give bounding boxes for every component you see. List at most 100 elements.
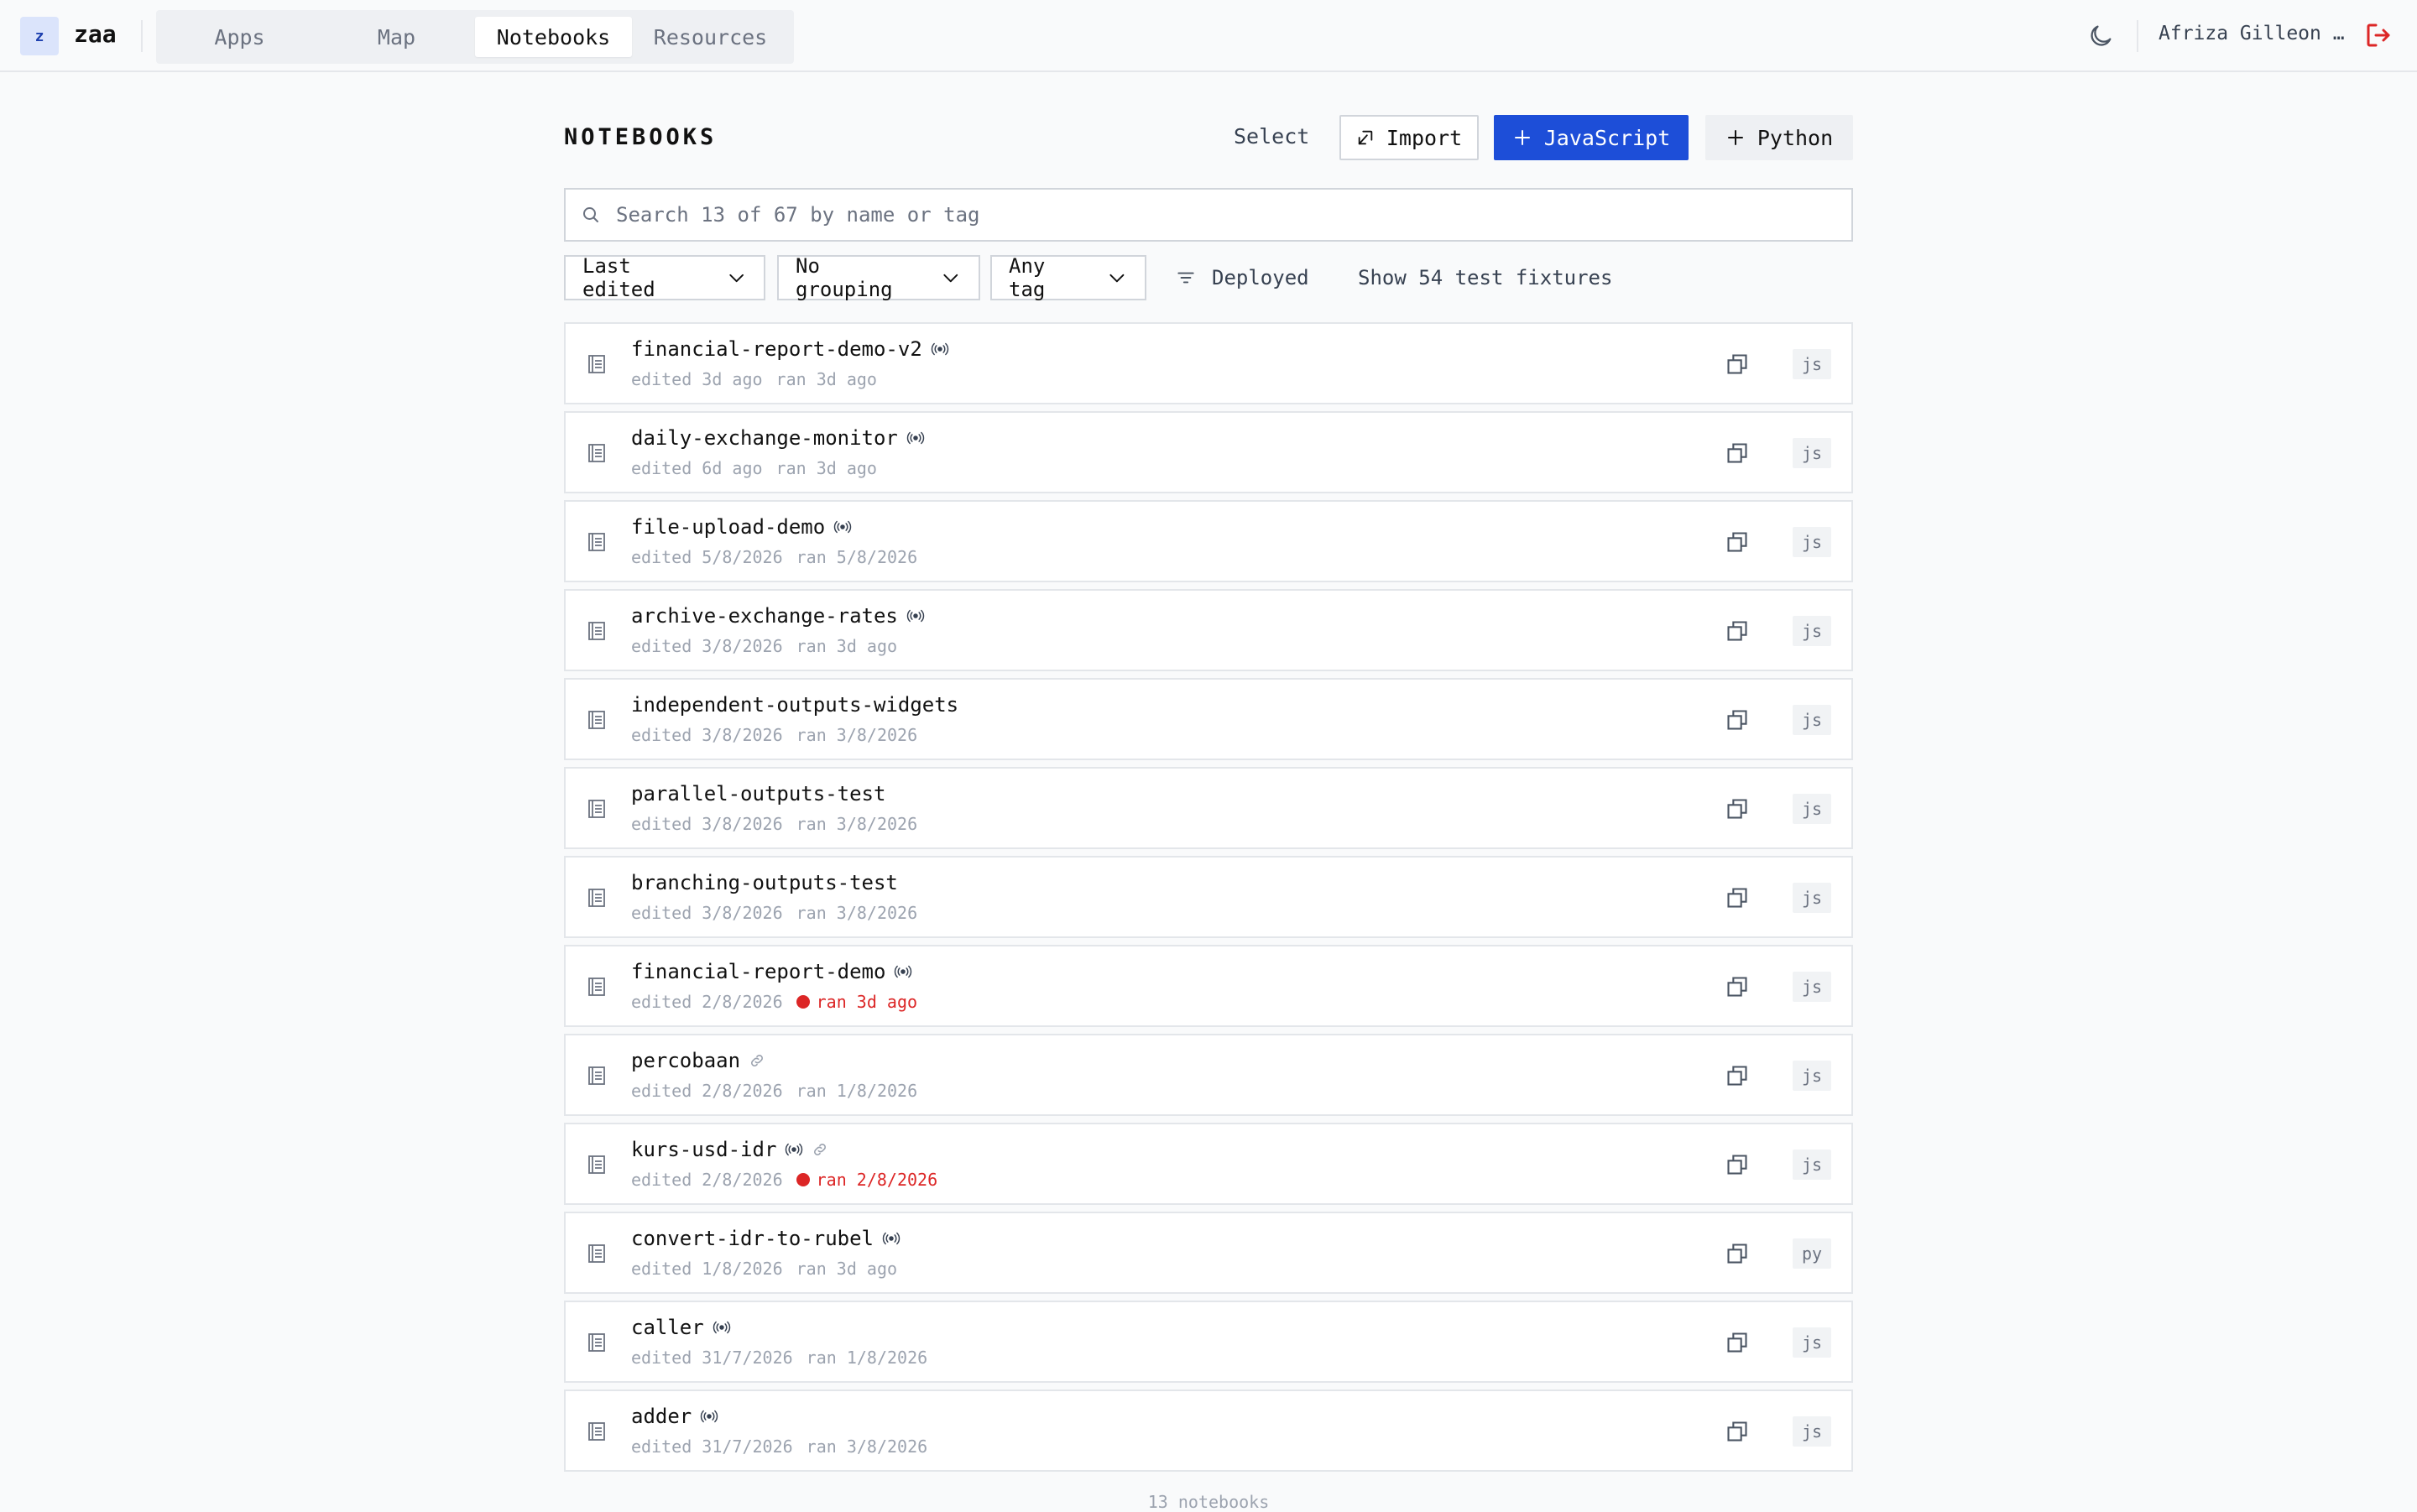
notebook-name[interactable]: adder [631, 1405, 692, 1428]
divider [2137, 20, 2138, 52]
chevron-down-icon [729, 274, 744, 283]
deployed-broadcast-icon [882, 1232, 901, 1245]
new-python-button[interactable]: Python [1705, 115, 1853, 160]
notebook-meta: edited 2/8/2026 ran 1/8/2026 [631, 1081, 917, 1101]
duplicate-icon[interactable] [1725, 708, 1749, 732]
duplicate-icon[interactable] [1725, 1153, 1749, 1176]
notebook-name[interactable]: kurs-usd-idr [631, 1138, 776, 1161]
edited-time: edited 31/7/2026 [631, 1436, 793, 1457]
notebook-icon [588, 711, 605, 729]
deployed-broadcast-icon [701, 1410, 718, 1423]
deployed-filter[interactable]: Deployed [1175, 255, 1309, 300]
notebook-name-line: financial-report-demo [631, 960, 912, 983]
duplicate-icon[interactable] [1725, 1242, 1749, 1265]
search-input[interactable] [614, 202, 1793, 227]
language-badge: js [1793, 972, 1831, 1002]
page-title: NOTEBOOKS [564, 124, 718, 150]
duplicate-icon[interactable] [1725, 1064, 1749, 1087]
notebook-name[interactable]: branching-outputs-test [631, 871, 898, 894]
notebook-meta: edited 3/8/2026 ran 3/8/2026 [631, 903, 917, 923]
language-badge: js [1793, 438, 1831, 468]
notebook-row[interactable]: independent-outputs-widgets edited 3/8/20… [564, 678, 1853, 760]
ran-time: ran 3d ago [775, 458, 877, 478]
notebook-row[interactable]: daily-exchange-monitor edited 6d ago ran 3… [564, 411, 1853, 493]
notebook-row[interactable]: financial-report-demo-v2 edited 3d ago ran… [564, 322, 1853, 404]
language-badge: js [1793, 883, 1831, 913]
notebook-row[interactable]: file-upload-demo edited 5/8/2026 ran 5/8/2… [564, 500, 1853, 582]
duplicate-icon[interactable] [1725, 1331, 1749, 1354]
language-badge: js [1793, 1327, 1831, 1358]
notebook-row[interactable]: archive-exchange-rates edited 3/8/2026 ran… [564, 589, 1853, 671]
dark-mode-toggle-icon[interactable] [2086, 22, 2115, 50]
import-label: Import [1386, 125, 1463, 150]
tab-resources[interactable]: Resources [632, 17, 789, 57]
import-icon [1358, 130, 1373, 145]
new-javascript-button[interactable]: JavaScript [1494, 115, 1689, 160]
logout-icon[interactable] [2363, 20, 2394, 50]
notebook-meta: edited 6d ago ran 3d ago [631, 458, 877, 478]
grouping-dropdown[interactable]: No grouping [777, 254, 980, 301]
show-test-fixtures-toggle[interactable]: Show 54 test fixtures [1358, 255, 1612, 300]
app-logo[interactable]: z [20, 17, 59, 55]
notebook-row[interactable]: convert-idr-to-rubel edited 1/8/2026 ran 3… [564, 1212, 1853, 1294]
tag-dropdown[interactable]: Any tag [990, 254, 1146, 301]
duplicate-icon[interactable] [1725, 441, 1749, 465]
edited-time: edited 2/8/2026 [631, 1081, 783, 1101]
notebook-name[interactable]: caller [631, 1316, 704, 1339]
notebook-name[interactable]: independent-outputs-widgets [631, 693, 958, 717]
notebook-meta: edited 2/8/2026 ran 2/8/2026 [631, 1170, 937, 1190]
notebook-name[interactable]: financial-report-demo-v2 [631, 337, 922, 361]
duplicate-icon[interactable] [1725, 886, 1749, 910]
notebook-row[interactable]: kurs-usd-idr edited 2/8/2026 ran 2/8/2026 j… [564, 1123, 1853, 1205]
ran-time: ran 3/8/2026 [796, 903, 918, 923]
notebook-row[interactable]: financial-report-demo edited 2/8/2026 ran … [564, 945, 1853, 1027]
duplicate-icon[interactable] [1725, 975, 1749, 998]
tab-map[interactable]: Map [318, 17, 475, 57]
notebook-list: financial-report-demo-v2 edited 3d ago ran… [564, 322, 1853, 1478]
notebook-meta: edited 3/8/2026 ran 3/8/2026 [631, 725, 917, 745]
grouping-value: No grouping [796, 254, 893, 301]
language-badge: js [1793, 705, 1831, 735]
notebook-row[interactable]: branching-outputs-test edited 3/8/2026 ran… [564, 856, 1853, 938]
notebook-name[interactable]: convert-idr-to-rubel [631, 1227, 874, 1250]
ran-time: ran 5/8/2026 [796, 547, 918, 567]
tab-notebooks[interactable]: Notebooks [475, 17, 632, 57]
plus-icon [1727, 130, 1743, 145]
language-badge: js [1793, 1150, 1831, 1180]
javascript-label: JavaScript [1543, 125, 1671, 150]
notebook-name[interactable]: parallel-outputs-test [631, 782, 885, 806]
notebook-row[interactable]: parallel-outputs-test edited 3/8/2026 ran … [564, 767, 1853, 849]
duplicate-icon[interactable] [1725, 530, 1749, 554]
notebook-name-line: file-upload-demo [631, 515, 852, 539]
notebook-name[interactable]: daily-exchange-monitor [631, 426, 898, 450]
user-name[interactable]: Afriza Gilleon … [2159, 23, 2345, 44]
duplicate-icon[interactable] [1725, 797, 1749, 821]
app-name[interactable]: zaa [74, 20, 117, 48]
notebook-row[interactable]: caller edited 31/7/2026 ran 1/8/2026 js [564, 1301, 1853, 1383]
notebook-name-line: caller [631, 1316, 731, 1339]
sort-dropdown[interactable]: Last edited [564, 254, 765, 301]
import-button[interactable]: Import [1339, 115, 1479, 160]
python-label: Python [1757, 125, 1834, 150]
notebook-name[interactable]: file-upload-demo [631, 515, 825, 539]
edited-time: edited 3/8/2026 [631, 814, 783, 834]
notebook-name[interactable]: financial-report-demo [631, 960, 885, 983]
notebook-icon [588, 800, 605, 818]
tag-value: Any tag [1009, 254, 1046, 301]
language-badge: js [1793, 794, 1831, 824]
select-button[interactable]: Select [1234, 124, 1309, 149]
plus-icon [1514, 130, 1530, 145]
notebook-icon [588, 355, 605, 373]
notebook-row[interactable]: percobaan edited 2/8/2026 ran 1/8/2026 js [564, 1034, 1853, 1116]
duplicate-icon[interactable] [1725, 1420, 1749, 1443]
notebook-name[interactable]: percobaan [631, 1049, 740, 1072]
notebook-row[interactable]: adder edited 31/7/2026 ran 3/8/2026 js [564, 1389, 1853, 1472]
notebook-name[interactable]: archive-exchange-rates [631, 604, 898, 628]
duplicate-icon[interactable] [1725, 352, 1749, 376]
notebook-name-line: parallel-outputs-test [631, 782, 885, 806]
deployed-label: Deployed [1212, 266, 1309, 289]
notebook-name-line: branching-outputs-test [631, 871, 898, 894]
duplicate-icon[interactable] [1725, 619, 1749, 643]
notebook-icon [588, 978, 605, 996]
tab-apps[interactable]: Apps [161, 17, 318, 57]
